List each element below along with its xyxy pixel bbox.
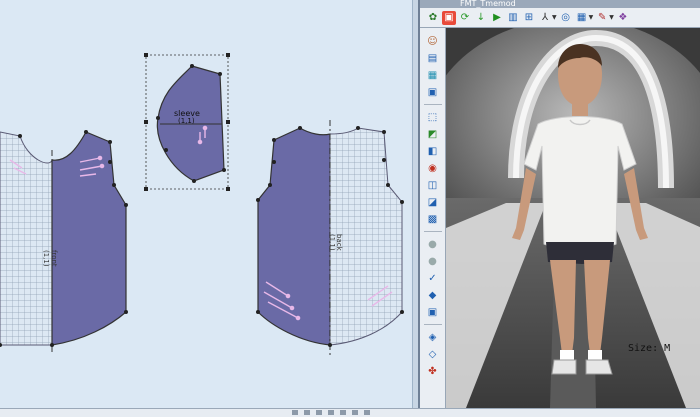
display-icon[interactable]: ▣ — [425, 85, 441, 99]
mesh-icon[interactable]: ⊞ — [522, 11, 536, 25]
measure-icon[interactable]: ▤ — [425, 51, 441, 65]
render-icon[interactable]: ▩ — [425, 212, 441, 226]
cloth-icon[interactable]: ❖ — [616, 11, 630, 25]
sleeve-sub: (1,1) — [178, 117, 195, 125]
3d-viewport[interactable]: Size: M — [446, 28, 700, 408]
chevron-down-icon[interactable]: ▼ — [552, 14, 557, 21]
top-toolbar: ✿ ▣ ⟳ ↓ ▶ ▥ ⊞ ⅄ ▼ ◎ ▦ ▼ ✎ ▼ ❖ — [420, 8, 700, 28]
size-label: Size: M — [628, 343, 671, 354]
window-title: FMT_Tmemod — [420, 0, 700, 8]
target-icon[interactable]: ◎ — [559, 11, 573, 25]
side-toolbar: ☺ ▤ ▦ ▣ ⬚ ◩ ◧ ◉ ◫ ◪ ▩ ● ● ✓ ◆ ▣ ◈ ◇ ✤ — [420, 28, 446, 408]
color-icon[interactable]: ✤ — [425, 364, 441, 378]
front-sub: (1,1) — [42, 250, 50, 267]
shape-icon[interactable]: ◆ — [425, 288, 441, 302]
pattern-canvas[interactable]: front (1,1) sleeve (1,1) back (1,1) — [0, 0, 418, 408]
pose-icon[interactable]: ◧ — [425, 144, 441, 158]
chevron-down-icon[interactable]: ▼ — [609, 14, 614, 21]
shape-icon[interactable]: ◇ — [425, 347, 441, 361]
brush-icon[interactable]: ✎ — [595, 11, 609, 25]
play-icon[interactable]: ▶ — [490, 11, 504, 25]
chevron-down-icon[interactable]: ▼ — [589, 14, 594, 21]
refresh-icon[interactable]: ⟳ — [458, 11, 472, 25]
layers-icon[interactable]: ▦ — [425, 68, 441, 82]
simulation-window[interactable]: FMT_Tmemod ✿ ▣ ⟳ ↓ ▶ ▥ ⊞ ⅄ ▼ ◎ ▦ ▼ ✎ ▼ ❖… — [418, 0, 700, 408]
axis-icon[interactable]: ⅄ — [538, 11, 552, 25]
check-icon[interactable]: ✓ — [425, 271, 441, 285]
pin-icon[interactable]: ✿ — [426, 11, 440, 25]
front-piece[interactable]: front (1,1) — [0, 130, 128, 355]
down-arrow-icon[interactable]: ↓ — [474, 11, 488, 25]
arrangement-icon[interactable]: ◈ — [425, 330, 441, 344]
tshirt-icon[interactable]: ▣ — [442, 10, 456, 25]
fold-icon[interactable]: ◩ — [425, 127, 441, 141]
circle-icon[interactable]: ● — [425, 237, 441, 251]
texture-icon[interactable]: ◪ — [425, 195, 441, 209]
collision-icon[interactable]: ◉ — [425, 161, 441, 175]
frame-icon[interactable]: ▥ — [506, 11, 520, 25]
fabric-icon[interactable]: ◫ — [425, 178, 441, 192]
sleeve-piece[interactable]: sleeve (1,1) — [144, 53, 230, 191]
back-sub: (1,1) — [328, 234, 336, 251]
pattern-editor-2d[interactable]: front (1,1) sleeve (1,1) back (1,1) — [0, 0, 418, 408]
camera-icon[interactable]: ▣ — [425, 305, 441, 319]
grid-icon[interactable]: ▦ — [575, 11, 589, 25]
avatar-icon[interactable]: ☺ — [425, 34, 441, 48]
select-icon[interactable]: ⬚ — [425, 110, 441, 124]
back-piece[interactable]: back (1,1) — [256, 120, 404, 355]
front-label: front — [50, 250, 58, 267]
circle-icon[interactable]: ● — [425, 254, 441, 268]
